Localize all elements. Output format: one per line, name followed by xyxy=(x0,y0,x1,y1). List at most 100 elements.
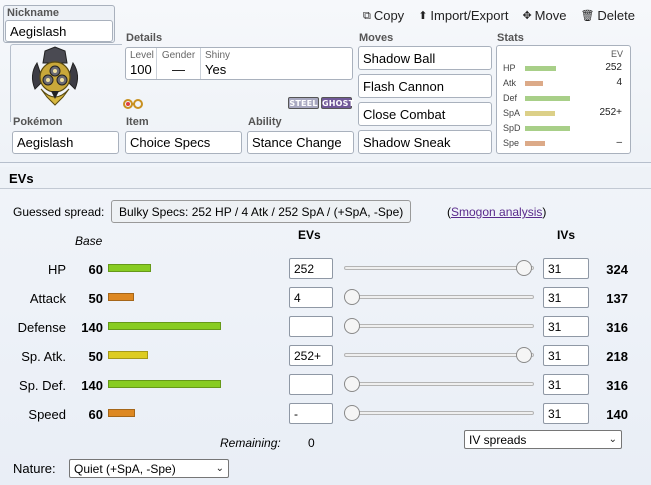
base-stat-value: 140 xyxy=(81,320,103,335)
move-3-input[interactable]: Close Combat xyxy=(358,102,492,126)
move-1-input[interactable]: Shadow Ball xyxy=(358,46,492,70)
slider-thumb[interactable] xyxy=(516,260,532,276)
ev-input[interactable]: - xyxy=(289,403,333,424)
evs-column-header: EVs xyxy=(298,228,321,242)
shiny-value: Yes xyxy=(205,62,227,77)
ev-input[interactable] xyxy=(289,316,333,337)
slider-thumb[interactable] xyxy=(344,405,360,421)
gender-value: — xyxy=(172,62,185,77)
iv-input[interactable]: 31 xyxy=(543,403,589,424)
stat-abbr: SpA xyxy=(503,108,521,118)
stat-name: Attack xyxy=(29,291,66,306)
pokemon-input[interactable]: Aegislash xyxy=(12,131,119,154)
stats-summary-row: HP 252 xyxy=(503,62,628,74)
iv-input[interactable]: 31 xyxy=(543,287,589,308)
stat-abbr: SpD xyxy=(503,123,521,133)
base-stat-bar xyxy=(108,264,151,272)
ev-input[interactable] xyxy=(289,374,333,395)
pokemon-label: Pokémon xyxy=(13,116,63,128)
nickname-input[interactable]: Aegislash xyxy=(5,20,113,42)
nature-select[interactable]: Quiet (+SpA, -Spe) ⌄ xyxy=(69,459,229,478)
ev-input[interactable]: 4 xyxy=(289,287,333,308)
gender-field[interactable]: Gender — xyxy=(157,48,201,79)
pokemon-sprite[interactable] xyxy=(23,45,87,109)
iv-input[interactable]: 31 xyxy=(543,258,589,279)
slider-thumb[interactable] xyxy=(344,318,360,334)
smogon-paren-close: ) xyxy=(542,205,547,219)
base-stat-bar xyxy=(108,351,148,359)
type-badge-ghost: GHOST xyxy=(321,97,355,109)
type-badge-steel: STEEL xyxy=(288,97,319,109)
ability-input[interactable]: Stance Change xyxy=(247,131,354,154)
copy-icon: ⧉ xyxy=(362,8,371,22)
iv-input[interactable]: 31 xyxy=(543,316,589,337)
base-stat-bar xyxy=(108,409,135,417)
iv-spreads-select[interactable]: IV spreads ⌄ xyxy=(464,430,622,449)
item-icon xyxy=(123,99,143,109)
ev-slider[interactable] xyxy=(344,260,534,276)
copy-button[interactable]: ⧉ Copy xyxy=(363,8,404,23)
delete-button[interactable]: 🗑 Delete xyxy=(580,8,635,23)
evs-section-header: EVs xyxy=(0,167,651,189)
nature-label: Nature: xyxy=(13,461,56,476)
stat-ev-value: 252 xyxy=(605,62,622,73)
stat-abbr: Atk xyxy=(503,78,517,88)
base-stat-bar xyxy=(108,380,221,388)
level-label: Level xyxy=(130,50,154,61)
moves-label: Moves xyxy=(359,32,394,44)
base-stat-bar xyxy=(108,322,221,330)
move-button[interactable]: ✥ Move xyxy=(522,8,566,23)
nickname-group: Nickname Aegislash xyxy=(3,5,115,43)
slider-thumb[interactable] xyxy=(344,289,360,305)
trash-icon: 🗑 xyxy=(580,9,595,22)
slider-thumb[interactable] xyxy=(344,376,360,392)
stats-summary-button[interactable]: EV HP 252 Atk 4 Def SpA 252+ SpD Spe – xyxy=(496,45,631,154)
smogon-analysis-link[interactable]: Smogon analysis xyxy=(451,205,542,219)
ev-input[interactable]: 252+ xyxy=(289,345,333,366)
iv-input[interactable]: 31 xyxy=(543,345,589,366)
set-panel: Nickname Aegislash ⧉ Copy ⬆ Import/Expor… xyxy=(0,0,651,163)
smogon-analysis: (Smogon analysis) xyxy=(447,205,546,219)
slider-thumb[interactable] xyxy=(516,347,532,363)
ev-input[interactable]: 252 xyxy=(289,258,333,279)
stats-ev-header: EV xyxy=(610,49,623,59)
stats-summary-row: SpD xyxy=(503,122,628,134)
ev-slider[interactable] xyxy=(344,318,534,334)
stats-summary-row: SpA 252+ xyxy=(503,107,628,119)
stat-mini-bar xyxy=(525,126,570,131)
item-label: Item xyxy=(126,116,149,128)
remaining-value: 0 xyxy=(308,436,315,450)
ev-slider[interactable] xyxy=(344,289,534,305)
ev-slider[interactable] xyxy=(344,347,534,363)
import-export-button[interactable]: ⬆ Import/Export xyxy=(418,8,508,23)
copy-label: Copy xyxy=(373,8,405,23)
move-4-input[interactable]: Shadow Sneak xyxy=(358,130,492,154)
item-input[interactable]: Choice Specs xyxy=(125,131,242,154)
stat-total-value: 324 xyxy=(606,262,628,277)
stat-mini-bar xyxy=(525,141,545,146)
stats-summary-row: Atk 4 xyxy=(503,77,628,89)
import-export-label: Import/Export xyxy=(430,8,509,23)
ev-slider[interactable] xyxy=(344,405,534,421)
chevron-down-icon: ⌄ xyxy=(215,463,224,474)
details-box[interactable]: Level 100 Gender — Shiny Yes xyxy=(125,47,353,80)
stats-label: Stats xyxy=(497,32,524,44)
iv-input[interactable]: 31 xyxy=(543,374,589,395)
import-export-icon: ⬆ xyxy=(418,9,428,22)
shiny-field[interactable]: Shiny Yes xyxy=(201,48,261,79)
stat-abbr: Spe xyxy=(503,138,520,148)
guessed-spread-label: Guessed spread: xyxy=(13,205,105,219)
details-label: Details xyxy=(126,32,163,44)
stats-summary-row: Def xyxy=(503,92,628,104)
level-value: 100 xyxy=(130,62,152,77)
base-stat-value: 50 xyxy=(88,349,103,364)
stat-name: Sp. Atk. xyxy=(21,349,66,364)
ev-slider[interactable] xyxy=(344,376,534,392)
move-2-input[interactable]: Flash Cannon xyxy=(358,74,492,98)
guessed-spread-button[interactable]: Bulky Specs: 252 HP / 4 Atk / 252 SpA / … xyxy=(111,200,412,223)
level-field[interactable]: Level 100 xyxy=(126,48,157,79)
stat-total-value: 218 xyxy=(606,349,628,364)
delete-label: Delete xyxy=(597,8,635,23)
stat-ev-value: 252+ xyxy=(599,107,622,118)
sprite-area xyxy=(10,44,143,122)
